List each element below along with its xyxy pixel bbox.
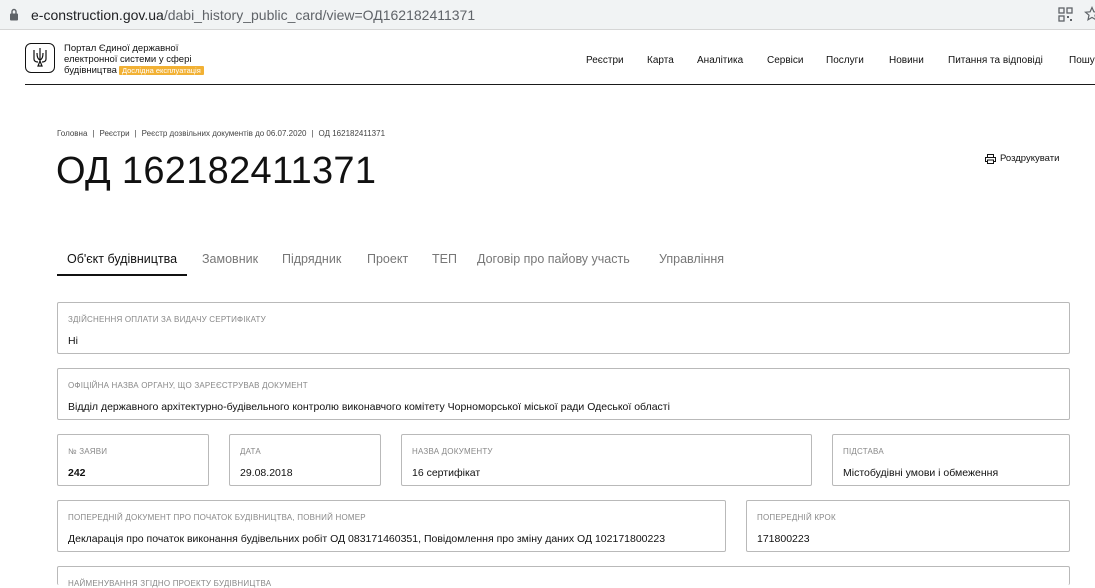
breadcrumb-home[interactable]: Головна	[57, 129, 87, 138]
browser-address-bar[interactable]: e-construction.gov.ua/dabi_history_publi…	[0, 0, 1095, 30]
breadcrumb-current: ОД 162182411371	[318, 129, 386, 138]
printer-icon	[985, 153, 996, 164]
nav-item-offerings[interactable]: Послуги	[826, 55, 864, 66]
breadcrumb: Головна | Реєстри | Реєстр дозвільних докуме…	[57, 129, 386, 138]
field-project-name: Найменування згідно проекту будівництва	[57, 566, 1070, 588]
tab-customer[interactable]: Замовник	[202, 252, 258, 266]
tab-management[interactable]: Управління	[659, 252, 724, 266]
nav-item-analytics[interactable]: Аналітика	[697, 55, 743, 66]
print-label: Роздрукувати	[1000, 153, 1060, 164]
nav-item-search[interactable]: Пошу	[1069, 55, 1095, 66]
field-label: Здійснення оплати за видачу сертифікату	[68, 315, 266, 324]
trident-icon	[33, 48, 47, 67]
field-label: Назва документу	[412, 447, 493, 456]
tab-contractor[interactable]: Підрядник	[282, 252, 341, 266]
page-title: ОД 162182411371	[56, 150, 377, 192]
field-value: 171800223	[757, 533, 810, 545]
nav-item-registries[interactable]: Реєстри	[586, 55, 624, 66]
field-value: 242	[68, 467, 86, 479]
nav-item-map[interactable]: Карта	[647, 55, 674, 66]
field-label: Попередній крок	[757, 513, 836, 522]
portal-name[interactable]: Портал Єдиної державної електронної сист…	[64, 43, 234, 76]
nav-item-services[interactable]: Сервіси	[767, 55, 803, 66]
field-basis: Підстава Містобудівні умови і обмеження	[832, 434, 1070, 486]
beta-badge: Дослідна експлуатація	[118, 66, 204, 75]
nav-item-faq[interactable]: Питання та відповіді	[948, 55, 1043, 66]
field-value: Відділ державного архітектурно-будівельн…	[68, 401, 670, 413]
lock-icon	[10, 8, 18, 21]
field-value: Ні	[68, 335, 78, 347]
field-previous-step: Попередній крок 171800223	[746, 500, 1070, 552]
field-label: Найменування згідно проекту будівництва	[68, 579, 272, 588]
tab-construction-object[interactable]: Об'єкт будівництва	[67, 252, 177, 266]
portal-logo[interactable]	[25, 43, 55, 73]
field-label: Попередній документ про початок будівниц…	[68, 513, 366, 522]
tab-share-agreement[interactable]: Договір про пайову участь	[477, 252, 630, 266]
field-value: 16 сертифікат	[412, 467, 481, 479]
field-payment: Здійснення оплати за видачу сертифікату …	[57, 302, 1070, 354]
field-label: № заяви	[68, 447, 108, 456]
print-button[interactable]: Роздрукувати	[985, 153, 1059, 164]
breadcrumb-registries[interactable]: Реєстри	[99, 129, 129, 138]
field-document-name: Назва документу 16 сертифікат	[401, 434, 812, 486]
header-divider	[25, 84, 1095, 85]
field-previous-document: Попередній документ про початок будівниц…	[57, 500, 726, 552]
field-application-number: № заяви 242	[57, 434, 209, 486]
qr-code-icon[interactable]	[1058, 7, 1073, 22]
field-label: Дата	[240, 447, 261, 456]
tab-tep[interactable]: ТЕП	[432, 252, 457, 266]
nav-item-news[interactable]: Новини	[889, 55, 924, 66]
tab-project[interactable]: Проект	[367, 252, 408, 266]
field-value: Містобудівні умови і обмеження	[843, 467, 999, 479]
breadcrumb-registry[interactable]: Реєстр дозвільних документів до 06.07.20…	[142, 129, 307, 138]
active-tab-indicator	[57, 274, 187, 276]
field-value: Декларація про початок виконання будівел…	[68, 533, 666, 545]
field-value: 29.08.2018	[240, 467, 293, 479]
bookmark-star-icon[interactable]	[1084, 6, 1095, 22]
field-date: Дата 29.08.2018	[229, 434, 381, 486]
field-label: Офіційна назва органу, що зареєстрував д…	[68, 381, 308, 390]
field-authority: Офіційна назва органу, що зареєстрував д…	[57, 368, 1070, 420]
url-text[interactable]: e-construction.gov.ua/dabi_history_publi…	[31, 7, 475, 23]
field-label: Підстава	[843, 447, 884, 456]
